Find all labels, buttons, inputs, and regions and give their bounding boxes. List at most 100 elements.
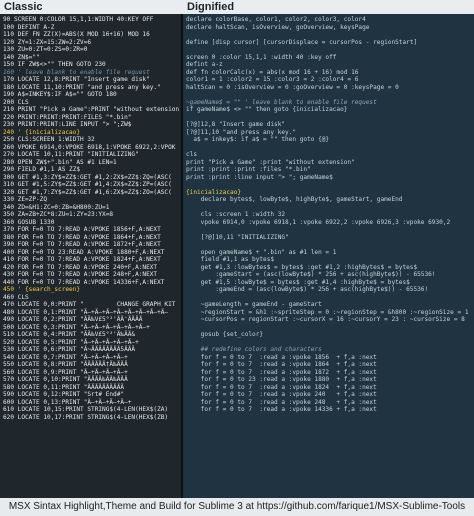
code-line: print :print :line input "> "; gameName$ <box>186 173 333 181</box>
code-line: defint a-z <box>186 61 223 68</box>
code-line: ~cursorPos = regionStart :~cursorX = 16 … <box>186 316 465 323</box>
dignified-code: declare colorBase, color1, color2, color… <box>186 16 469 414</box>
code-line: for f = 0 to 7 :read a :vpoke 240 + f,a … <box>186 391 377 398</box>
code-line: 460 CLS <box>3 293 29 301</box>
code-line: ~gameLength = gameEnd - gameStart <box>186 301 322 308</box>
code-line: 410 FOR F=0 TO 7:READ A:VPOKE 1824+F,A:N… <box>3 256 161 263</box>
code-line: 100 DEFINT A-Z <box>3 23 55 31</box>
code-line: 200 CLS <box>3 98 29 106</box>
classic-code: 90 SCREEN 0:COLOR 15,1,1:WIDTH 40:KEY OF… <box>3 16 179 421</box>
code-line: field #1,1 as bytes$ <box>186 256 275 263</box>
code-line: get #1,3 :lowBytes$ = bytes$ :get #1,2 :… <box>186 263 418 271</box>
code-line: ~regionStart = &h1 :~spriteStep = 0 :~re… <box>186 308 469 316</box>
code-line: 510 LOCATE 0,4:PRINT "ÄÄ‰V£5°²'Ä‰ÄÄ& <box>3 331 136 338</box>
code-line: 310 GET #1,5:ZY$=ZZ$:GET #1,4:ZX$=ZZ$:ZP… <box>3 181 172 188</box>
code-line: for f = 0 to 7 :read a :vpoke 1824 + f,a… <box>186 383 377 391</box>
code-line: color1 = 1 :color2 = 15 :color3 = 2 :col… <box>186 76 359 83</box>
code-line: 300 GET #1,3:ZY$=ZZ$:GET #1,2:ZX$=ZZ$:ZQ… <box>3 173 172 181</box>
code-line: 520 LOCATE 0,5:PRINT "Ä–+Ä–+Ä–+Ä–+Ä–+ <box>3 338 139 346</box>
code-line: 320 GET #1,7:ZY$=ZZ$:GET #1,6:ZX$=ZZ$:ZO… <box>3 188 172 196</box>
classic-header: Classic <box>0 0 183 14</box>
code-line: ## redefine colors and characters <box>186 346 322 353</box>
code-line: 550 LOCATE 0,8:PRINT "ÄÄÄÄÄÄ†Ä‰ÄÄÄ <box>3 361 128 368</box>
code-line: if gameName$ <> "" then goto {inicializa… <box>186 106 348 113</box>
code-line: declare colorBase, color1, color2, color… <box>186 16 366 23</box>
code-line: 340 ZD=&H1:ZC=0:ZB=&H800:ZU=1 <box>3 203 110 211</box>
code-line: 370 FOR F=0 TO 7:READ A:VPOKE 1856+F,A:N… <box>3 226 161 233</box>
code-line: 260 VPOKE 6914,0:VPOKE 6918,1:VPOKE 6922… <box>3 143 176 151</box>
code-line: a$ = inkey$: if a$ = "" then goto {@} <box>186 136 330 143</box>
code-line: 540 LOCATE 0,7:PRINT "Ä–+Ä–+Ä–+Ä–+ <box>3 353 128 361</box>
code-line: 150 IF ZW$<>"" THEN GOTO 230 <box>3 61 106 68</box>
code-line: print "Pick a Game" :print "without exte… <box>186 158 355 166</box>
code-line: for f = 0 to 7 :read a :vpoke 1856 + f,a… <box>186 353 377 361</box>
code-line: [?@]12,8 "Insert game disk" <box>186 121 286 128</box>
code-line: 450 ' {search_screen} <box>3 286 81 293</box>
classic-code-pane[interactable]: 90 SCREEN 0:COLOR 15,1,1:WIDTH 40:KEY OF… <box>0 14 181 498</box>
code-line: 380 FOR F=0 TO 7:READ A:VPOKE 1864+F,A:N… <box>3 233 161 241</box>
code-line: 220 PRINT:PRINT:PRINT:FILES "*.bin" <box>3 113 132 121</box>
code-line: 530 LOCATE 0,6:PRINT "Ä~ÄÄÄÄÄÄÄÄ5ÄÄÄ <box>3 346 136 353</box>
code-line: 210 PRINT "Pick a Game":PRINT "without e… <box>3 106 180 113</box>
code-line: declare haltScan, isOverview, goOverview… <box>186 23 370 31</box>
code-line: 360 GOSUB 1330 <box>3 218 55 226</box>
code-line: [?@]11,10 "and press any key." <box>186 128 297 136</box>
code-line: 240 ' {inicializacao} <box>3 128 81 136</box>
code-line: 250 CLS:SCREEN 1:WIDTH 32 <box>3 136 95 143</box>
footer-caption: MSX Sintax Highlight,Theme and Build for… <box>0 498 474 516</box>
code-line: print :print :print :files "*.bin" <box>186 166 311 173</box>
code-line: 120 ZY=1:ZX=15:ZW=2:ZV=6 <box>3 38 92 46</box>
code-line: for f = 0 to 7 :read a :vpoke 1864 + f,a… <box>186 361 377 368</box>
code-line: for f = 0 to 7 :read a :vpoke 1872 + f,a… <box>186 368 377 376</box>
code-line: 610 LOCATE 10,15:PRINT STRING$(4-LEN(HEX… <box>3 406 169 413</box>
code-line: 390 FOR F=0 TO 7:READ A:VPOKE 1872+F,A:N… <box>3 241 161 248</box>
code-line: 560 LOCATE 0,9:PRINT "Ä–+Ä–+Ä–+Ä–+ <box>3 368 128 376</box>
code-line: declare bytes$, lowByte$, highByte$, gam… <box>186 196 403 203</box>
code-line: [?@]10,11 "INITIALIZING" <box>186 233 289 241</box>
code-line: 480 LOCATE 0,1:PRINT "Ä–+Ä–+Ä–+Ä–+Ä–+Ä–+… <box>3 308 169 316</box>
code-line: 500 LOCATE 0,3:PRINT "Ä–+Ä–+Ä–+Ä–+Ä–+Ä–+ <box>3 323 150 331</box>
code-line: 620 LOCATE 10,17:PRINT STRING$(4-LEN(HEX… <box>3 413 169 421</box>
code-line: open gameName$ + ".bin" as #1 len = 1 <box>186 248 337 256</box>
code-line: 170 LOCATE 12,8:PRINT "Insert game disk" <box>3 76 150 83</box>
code-line: def fn colorCalc(x) = abs(x mod 16 + 16)… <box>186 68 359 76</box>
code-line: :gameEnd = (asc(lowByte$) * 256 + asc(hi… <box>186 286 429 293</box>
code-line: 230 PRINT:PRINT:LINE INPUT "> ";ZW$ <box>3 121 132 128</box>
code-line: 110 DEF FN ZZ(X)=ABS(X MOD 16+16) MOD 16 <box>3 31 150 38</box>
code-line: haltScan = 0 :isOverview = 0 :goOverview… <box>186 83 399 91</box>
code-line: gosub {set_color} <box>186 331 264 338</box>
code-line: screen 0 :color 15,1,1 :width 40 :key of… <box>186 53 337 61</box>
code-line: 270 LOCATE 10,11:PRINT "INITIALIZING" <box>3 151 139 158</box>
code-line: 330 ZE=ZP-ZQ <box>3 196 48 203</box>
code-line: for f = 0 to 7 :read a :vpoke 248 + f,a … <box>186 398 377 406</box>
code-line: ~gameName$ = "" ' leave blank to enable … <box>186 98 377 106</box>
code-line: 290 FIELD #1,1 AS ZZ$ <box>3 166 81 173</box>
code-line: 600 LOCATE 0,13:PRINT "Ä–+Ä–+Ä–+Ä–+ <box>3 398 132 406</box>
code-line: 280 OPEN ZW$+".bin" AS #1 LEN=1 <box>3 158 117 166</box>
code-line: 400 FOR F=0 TO 23:READ A:VPOKE 1880+F,A:… <box>3 248 165 256</box>
code-line: cls :screen 1 :width 32 <box>186 211 286 218</box>
code-line: 160 ' leave blank to enable file request <box>3 68 150 76</box>
code-line: 140 ZN$="" <box>3 53 40 61</box>
dignified-code-pane[interactable]: declare colorBase, color1, color2, color… <box>183 14 474 498</box>
code-line: 440 FOR F=0 TO 7:READ A:VPOKE 14336+F,A:… <box>3 278 165 286</box>
code-line: define [disp cursor] [cursorDisplace = c… <box>186 38 418 46</box>
code-line: for f = 0 to 7 :read a :vpoke 14336 + f,… <box>186 406 377 413</box>
code-line: :gameStart = (asc(lowByte$) * 256 + asc(… <box>186 271 436 278</box>
dignified-header: Dignified <box>183 0 474 14</box>
code-line: 90 SCREEN 0:COLOR 15,1,1:WIDTH 40:KEY OF… <box>3 16 154 23</box>
code-line: 590 LOCATE 0,12:PRINT "Srt# End#" <box>3 391 125 398</box>
code-line: cls <box>186 151 198 158</box>
code-line: 430 FOR F=0 TO 7:READ A:VPOKE 248+F,A:NE… <box>3 271 158 278</box>
code-line: 180 LOCATE 11,10:PRINT "and press any ke… <box>3 83 161 91</box>
code-line: 470 LOCATE 0,0:PRINT " CHANGE GRAPH KIT <box>3 301 176 308</box>
